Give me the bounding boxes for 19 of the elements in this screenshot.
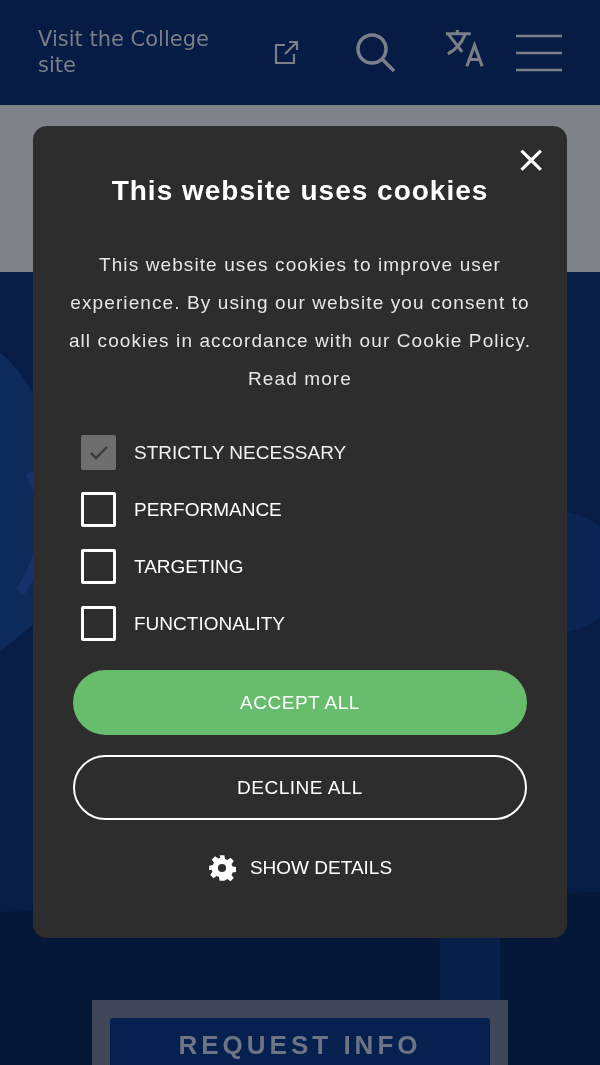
checkbox[interactable]: [81, 492, 116, 527]
translate-icon[interactable]: [444, 28, 486, 69]
menu-icon[interactable]: [516, 33, 562, 72]
checkbox[interactable]: [81, 606, 116, 641]
read-more-link[interactable]: Read more: [248, 368, 352, 389]
option-label: STRICTLY NECESSARY: [134, 441, 347, 464]
option-label: TARGETING: [134, 555, 244, 578]
option-label: PERFORMANCE: [134, 498, 282, 521]
search-icon[interactable]: [354, 30, 398, 75]
show-details-button[interactable]: SHOW DETAILS: [201, 853, 399, 883]
cookie-message: This website uses cookies to improve user experience. By using our website you consent to all cookies in accordance with our Cookie Policy. Read more: [67, 253, 533, 391]
close-button[interactable]: ×: [513, 142, 549, 176]
gear-icon: [207, 854, 236, 882]
option-label: FUNCTIONALITY: [134, 612, 285, 635]
external-link-icon[interactable]: [272, 38, 300, 67]
decline-all-button[interactable]: DECLINE ALL: [73, 755, 527, 820]
college-site-link[interactable]: Visit the College site: [38, 25, 248, 78]
dialog-title: This website uses cookies: [111, 174, 489, 208]
checkbox[interactable]: [81, 549, 116, 584]
